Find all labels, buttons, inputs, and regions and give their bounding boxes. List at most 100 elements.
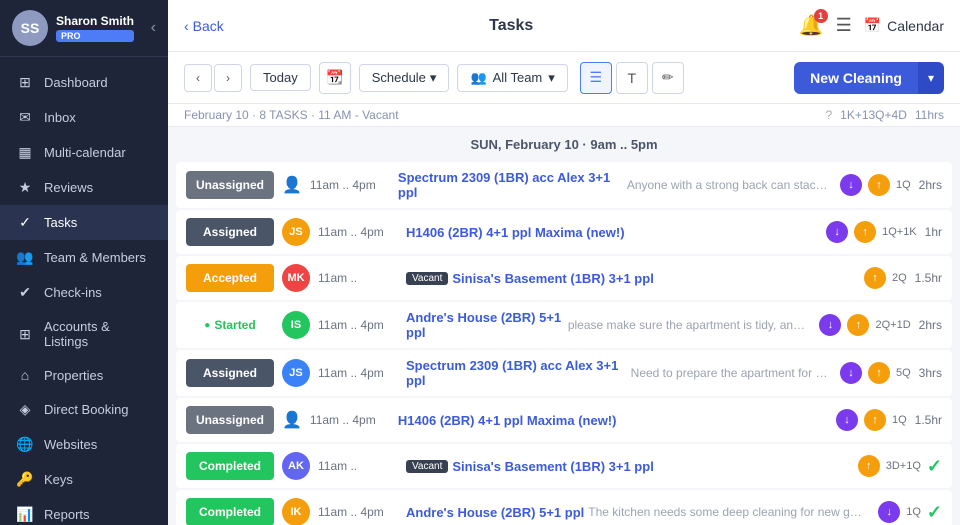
vacant-badge: Vacant (406, 460, 448, 473)
collapse-sidebar-button[interactable]: ‹ (151, 19, 156, 37)
sidebar-item-label: Reviews (44, 180, 93, 195)
back-chevron-icon: ‹ (184, 18, 189, 34)
sidebar-item-label: Keys (44, 472, 73, 487)
task-title[interactable]: H1406 (2BR) 4+1 ppl Maxima (new!) (406, 225, 625, 240)
topbar: ‹ Back Tasks 🔔 1 ☰ 📅 Calendar (168, 0, 960, 52)
team-filter-button[interactable]: 👥 All Team ▾ (457, 64, 567, 92)
status-badge: Assigned (186, 218, 274, 246)
topbar-right: 🔔 1 ☰ 📅 Calendar (799, 13, 944, 38)
sidebar-item-dashboard[interactable]: ⊞ Dashboard (0, 65, 168, 100)
properties-icon: ⌂ (16, 367, 34, 383)
pro-badge: PRO (56, 30, 134, 42)
task-tag: 1Q+1K (882, 226, 917, 238)
task-meta: ↓↑1Q1.5hr (836, 409, 942, 431)
task-stats: 1K+13Q+4D (840, 108, 907, 122)
priority-up-button[interactable]: ↑ (868, 174, 890, 196)
sidebar-item-reports[interactable]: 📊 Reports (0, 497, 168, 525)
sidebar-item-tasks[interactable]: ✓ Tasks (0, 205, 168, 240)
back-button[interactable]: ‹ Back (184, 18, 224, 34)
datebar-stats: ? 1K+13Q+4D 11hrs (825, 108, 944, 122)
new-cleaning-dropdown-button[interactable]: ▾ (918, 62, 944, 94)
calendar-picker-button[interactable]: 📆 (319, 62, 351, 94)
task-title[interactable]: H1406 (2BR) 4+1 ppl Maxima (new!) (398, 413, 617, 428)
sidebar-item-properties[interactable]: ⌂ Properties (0, 358, 168, 392)
task-duration: 2hrs (919, 318, 942, 332)
menu-icon[interactable]: ☰ (836, 15, 852, 36)
team-icon: 👥 (16, 249, 34, 266)
sidebar-user: SS Sharon Smith PRO (12, 10, 134, 46)
priority-down-button[interactable]: ↓ (819, 314, 841, 336)
task-title[interactable]: Sinisa's Basement (1BR) 3+1 ppl (452, 271, 653, 286)
schedule-dropdown-button[interactable]: Schedule ▾ (359, 64, 450, 92)
prev-date-button[interactable]: ‹ (184, 64, 212, 92)
task-tag: 1Q (906, 506, 921, 518)
notification-button[interactable]: 🔔 1 (799, 13, 824, 38)
team-filter-icon: 👥 (470, 70, 486, 86)
sidebar-item-directbooking[interactable]: ◈ Direct Booking (0, 392, 168, 427)
sidebar-item-label: Reports (44, 507, 90, 522)
calendar-button[interactable]: 📅 Calendar (864, 17, 944, 34)
today-button[interactable]: Today (250, 64, 311, 91)
task-meta: ↓↑1Q2hrs (840, 174, 942, 196)
section-header: SUN, February 10 · 9am .. 5pm (168, 127, 960, 162)
task-title[interactable]: Andre's House (2BR) 5+1 ppl (406, 505, 584, 520)
task-meta: ↓↑1Q+1K1hr (826, 221, 942, 243)
websites-icon: 🌐 (16, 436, 34, 453)
sidebar-item-websites[interactable]: 🌐 Websites (0, 427, 168, 462)
task-meta: ↓1Q✓ (878, 501, 942, 523)
task-title[interactable]: Spectrum 2309 (1BR) acc Alex 3+1 ppl (406, 358, 627, 388)
task-title[interactable]: Sinisa's Basement (1BR) 3+1 ppl (452, 459, 653, 474)
text-view-button[interactable]: T (616, 62, 648, 94)
sidebar-item-team[interactable]: 👥 Team & Members (0, 240, 168, 275)
task-description: please make sure the apartment is tidy, … (568, 318, 812, 332)
datebar: February 10 · 8 TASKS · 11 AM - Vacant ?… (168, 104, 960, 127)
task-title-area: Spectrum 2309 (1BR) acc Alex 3+1 pplAnyo… (398, 170, 832, 200)
notification-badge: 1 (814, 9, 828, 23)
table-row: AssignedJS11am .. 4pmSpectrum 2309 (1BR)… (176, 350, 952, 396)
task-duration: 3hrs (919, 366, 942, 380)
task-time: 11am .. 4pm (318, 225, 398, 239)
priority-down-button[interactable]: ↓ (840, 362, 862, 384)
priority-down-button[interactable]: ↓ (836, 409, 858, 431)
task-title-area: Vacant Sinisa's Basement (1BR) 3+1 ppl (406, 459, 850, 474)
priority-up-button[interactable]: ↑ (864, 409, 886, 431)
sidebar-header: SS Sharon Smith PRO ‹ (0, 0, 168, 57)
task-time: 11am .. 4pm (318, 366, 398, 380)
priority-up-button[interactable]: ↑ (864, 267, 886, 289)
next-date-button[interactable]: › (214, 64, 242, 92)
page-title: Tasks (236, 17, 787, 35)
sidebar-item-keys[interactable]: 🔑 Keys (0, 462, 168, 497)
priority-up-button[interactable]: ↑ (847, 314, 869, 336)
sidebar-item-label: Multi-calendar (44, 145, 126, 160)
sidebar-item-inbox[interactable]: ✉ Inbox (0, 100, 168, 135)
sidebar-item-accounts[interactable]: ⊞ Accounts & Listings (0, 310, 168, 358)
flame-view-button[interactable]: ✏ (652, 62, 684, 94)
view-toggle: ☰ T ✏ (580, 62, 684, 94)
sidebar-item-reviews[interactable]: ★ Reviews (0, 170, 168, 205)
new-cleaning-button[interactable]: New Cleaning (794, 62, 918, 94)
task-description: Need to prepare the apartment for gue... (631, 366, 832, 380)
dashboard-icon: ⊞ (16, 74, 34, 91)
team-chevron-icon: ▾ (548, 70, 555, 86)
task-title[interactable]: Spectrum 2309 (1BR) acc Alex 3+1 ppl (398, 170, 623, 200)
accounts-icon: ⊞ (16, 326, 34, 343)
task-tag: 2Q+1D (875, 319, 910, 331)
sidebar-item-label: Accounts & Listings (44, 319, 152, 349)
priority-down-button[interactable]: ↓ (826, 221, 848, 243)
priority-up-button[interactable]: ↑ (854, 221, 876, 243)
main-content: ‹ Back Tasks 🔔 1 ☰ 📅 Calendar ‹ › Today … (168, 0, 960, 525)
priority-up-button[interactable]: ↑ (858, 455, 880, 477)
list-view-button[interactable]: ☰ (580, 62, 612, 94)
status-badge: Unassigned (186, 406, 274, 434)
task-time: 11am .. 4pm (318, 505, 398, 519)
priority-down-button[interactable]: ↓ (878, 501, 900, 523)
sidebar-item-label: Websites (44, 437, 97, 452)
priority-up-button[interactable]: ↑ (868, 362, 890, 384)
task-title[interactable]: Andre's House (2BR) 5+1 ppl (406, 310, 564, 340)
text-icon: T (628, 70, 637, 86)
task-title-area: H1406 (2BR) 4+1 ppl Maxima (new!) (406, 225, 818, 240)
sidebar-item-checkins[interactable]: ✔ Check-ins (0, 275, 168, 310)
list-icon: ☰ (590, 69, 603, 86)
priority-down-button[interactable]: ↓ (840, 174, 862, 196)
sidebar-item-multicalendar[interactable]: ▦ Multi-calendar (0, 135, 168, 170)
